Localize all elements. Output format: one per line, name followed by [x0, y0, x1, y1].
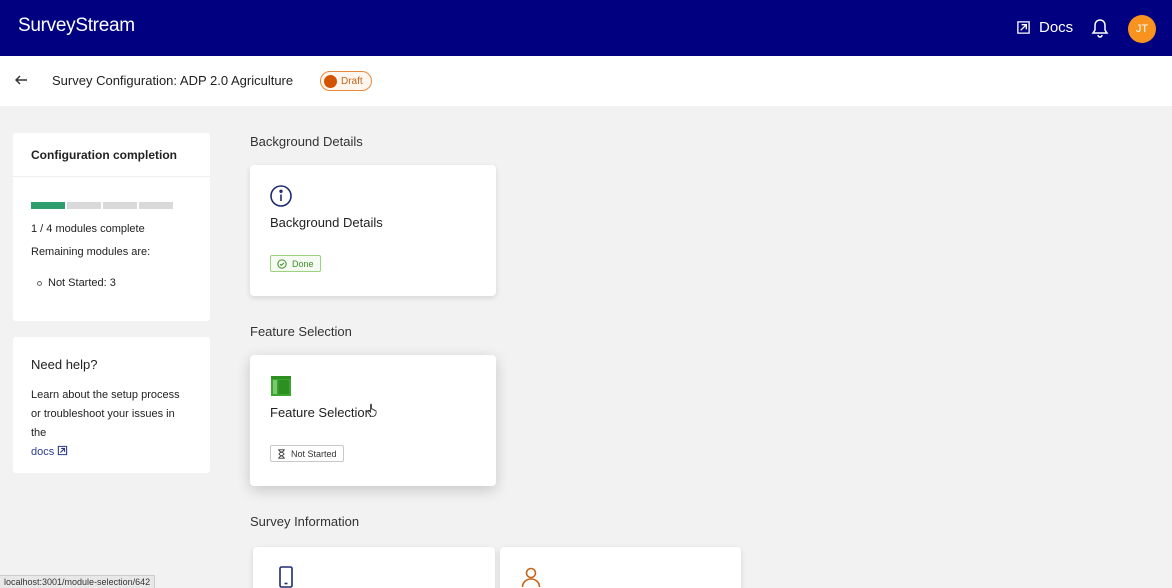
progress-segment	[139, 202, 173, 209]
brand-logo[interactable]: SurveyStream	[18, 15, 135, 37]
docs-link-label: Docs	[1039, 19, 1074, 36]
external-link-icon	[58, 445, 68, 456]
help-text: Learn about the setup process or trouble…	[31, 386, 192, 462]
section-label-feature-selection: Feature Selection	[250, 324, 352, 339]
user-avatar[interactable]: JT	[1128, 15, 1156, 43]
status-dot-icon	[324, 74, 337, 88]
progress-segment	[67, 202, 101, 209]
status-badge-label: Draft	[341, 75, 363, 87]
progress-segment	[103, 202, 137, 209]
top-navbar: SurveyStream Docs JT	[0, 0, 1172, 56]
mobile-icon	[279, 566, 293, 588]
help-panel: Need help? Learn about the setup process…	[13, 337, 210, 473]
completion-progress-bar	[31, 202, 173, 209]
configuration-completion-panel: Configuration completion 1 / 4 modules c…	[13, 133, 210, 321]
help-title: Need help?	[31, 357, 98, 372]
page-title: Survey Configuration: ADP 2.0 Agricultur…	[52, 73, 294, 88]
back-arrow-icon[interactable]	[14, 73, 28, 87]
module-card-survey-information-1[interactable]	[253, 547, 495, 588]
remaining-modules-label: Remaining modules are:	[31, 246, 151, 258]
status-badge: Draft	[320, 71, 372, 91]
module-card-survey-information-2[interactable]	[500, 547, 741, 588]
status-tag-label: Done	[292, 258, 314, 269]
section-label-survey-information: Survey Information	[250, 514, 360, 529]
status-tag-label: Not Started	[291, 448, 337, 459]
help-description: Learn about the setup process or trouble…	[31, 389, 180, 439]
card-title: Feature Selection	[270, 405, 372, 420]
hourglass-icon	[278, 448, 285, 459]
remaining-item: Not Started: 3	[37, 277, 116, 289]
external-link-icon	[1017, 21, 1030, 34]
help-docs-link-label: docs	[31, 446, 55, 458]
bell-icon[interactable]	[1091, 18, 1109, 38]
help-docs-link[interactable]: docs	[31, 445, 68, 458]
bullet-icon	[37, 280, 42, 286]
completion-title: Configuration completion	[13, 133, 210, 177]
module-card-feature-selection[interactable]: Feature Selection Not Started	[250, 355, 496, 486]
check-circle-icon	[277, 258, 287, 269]
user-icon	[521, 567, 541, 588]
progress-segment	[31, 202, 65, 209]
module-card-background-details[interactable]: Background Details Done	[250, 165, 496, 296]
modules-complete-text: 1 / 4 modules complete	[31, 223, 145, 235]
remaining-item-label: Not Started: 3	[48, 277, 116, 289]
docs-link[interactable]: Docs	[1016, 19, 1073, 36]
browser-status-url: localhost:3001/module-selection/642	[0, 575, 156, 588]
info-icon	[270, 185, 292, 207]
section-label-background-details: Background Details	[250, 134, 363, 149]
page-header: Survey Configuration: ADP 2.0 Agricultur…	[0, 56, 1172, 106]
status-tag-not-started: Not Started	[270, 445, 344, 462]
hand-cursor-icon	[367, 403, 377, 417]
layout-icon	[271, 376, 291, 396]
status-tag-done: Done	[270, 255, 321, 272]
card-title: Background Details	[270, 215, 383, 230]
